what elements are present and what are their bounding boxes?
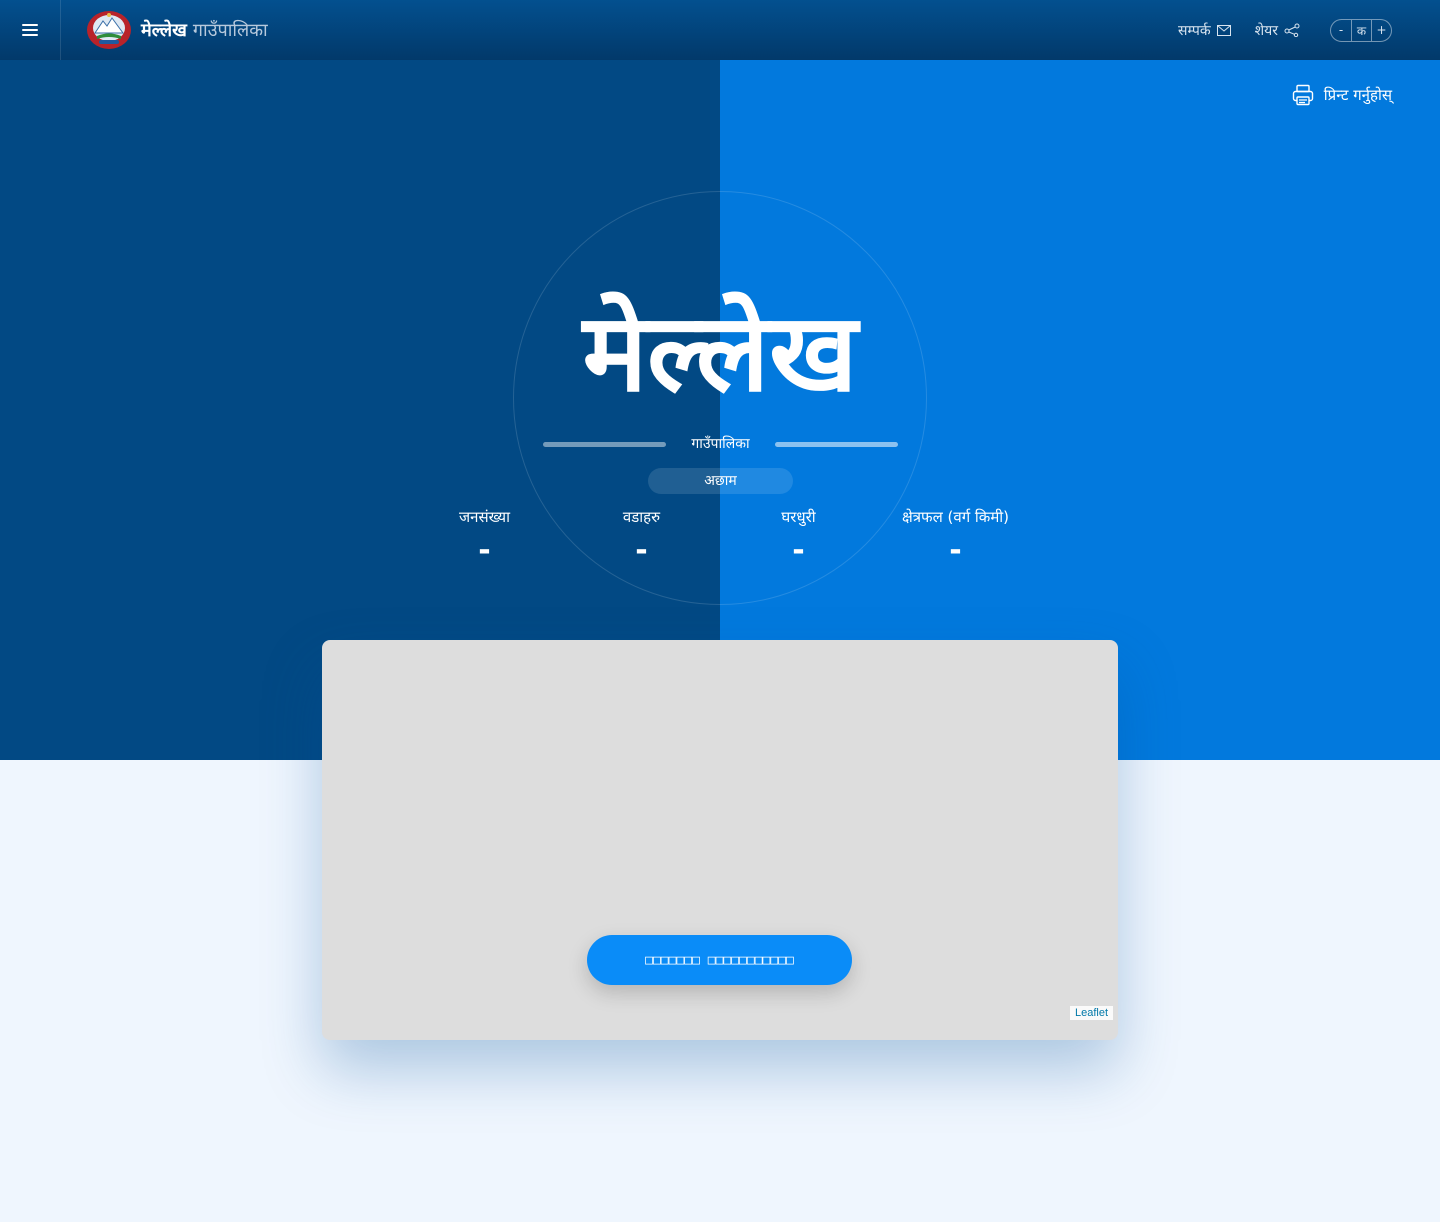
- subtitle-row: गाउँपालिका: [543, 433, 898, 455]
- nepal-emblem-logo: [87, 11, 131, 49]
- top-navbar: मेल्लेख गाउँपालिका सम्पर्क शेयर - क +: [0, 0, 1440, 60]
- printer-icon: [1292, 84, 1313, 106]
- leaflet-attribution-link[interactable]: Leaflet: [1069, 1006, 1113, 1020]
- contact-label: सम्पर्क: [1177, 22, 1211, 39]
- stat-label: घरधुरी: [781, 508, 816, 526]
- stat-wards: वडाहरु -: [563, 506, 720, 576]
- contact-link[interactable]: सम्पर्क: [1178, 21, 1231, 40]
- stat-value: -: [635, 533, 648, 568]
- menu-button[interactable]: [0, 0, 61, 60]
- font-reset-button[interactable]: क: [1351, 19, 1371, 41]
- stats-row: जनसंख्या - वडाहरु - घरधुरी - क्षेत्रफल (…: [406, 506, 1034, 576]
- share-link[interactable]: शेयर: [1255, 21, 1300, 40]
- stat-population: जनसंख्या -: [406, 506, 563, 576]
- stat-area: क्षेत्रफल (वर्ग किमी) -: [877, 506, 1034, 576]
- map-action-button[interactable]: □□□□□□□ □□□□□□□□□□□: [587, 935, 852, 985]
- stat-value: -: [949, 533, 962, 568]
- font-decrease-button[interactable]: -: [1331, 20, 1351, 41]
- stat-label: क्षेत्रफल (वर्ग किमी): [901, 508, 1010, 526]
- print-button[interactable]: प्रिन्ट गर्नुहोस्: [1292, 84, 1392, 106]
- stat-value: -: [478, 533, 491, 568]
- stat-value: -: [792, 533, 805, 568]
- hamburger-menu-icon: [22, 24, 38, 36]
- share-icon: [1284, 23, 1300, 37]
- brand-type: गाउँपालिका: [192, 20, 268, 41]
- font-increase-button[interactable]: +: [1371, 19, 1391, 41]
- stat-label: जनसंख्या: [459, 508, 510, 526]
- brand-link[interactable]: मेल्लेख गाउँपालिका: [85, 9, 268, 51]
- district-badge: अछाम: [648, 468, 793, 494]
- print-label: प्रिन्ट गर्नुहोस्: [1323, 86, 1392, 104]
- top-actions: सम्पर्क शेयर - क +: [1154, 18, 1392, 42]
- envelope-icon: [1216, 24, 1231, 36]
- map-container[interactable]: □□□□□□□ □□□□□□□□□□□ Leaflet: [322, 640, 1118, 1040]
- share-label: शेयर: [1254, 22, 1278, 39]
- font-size-control: - क +: [1330, 18, 1392, 42]
- stat-label: वडाहरु: [622, 508, 661, 526]
- municipality-title: मेल्लेख: [582, 291, 858, 416]
- brand-name: मेल्लेख: [141, 20, 187, 41]
- stat-households: घरधुरी -: [720, 506, 877, 576]
- subtitle-line-right: [775, 442, 898, 447]
